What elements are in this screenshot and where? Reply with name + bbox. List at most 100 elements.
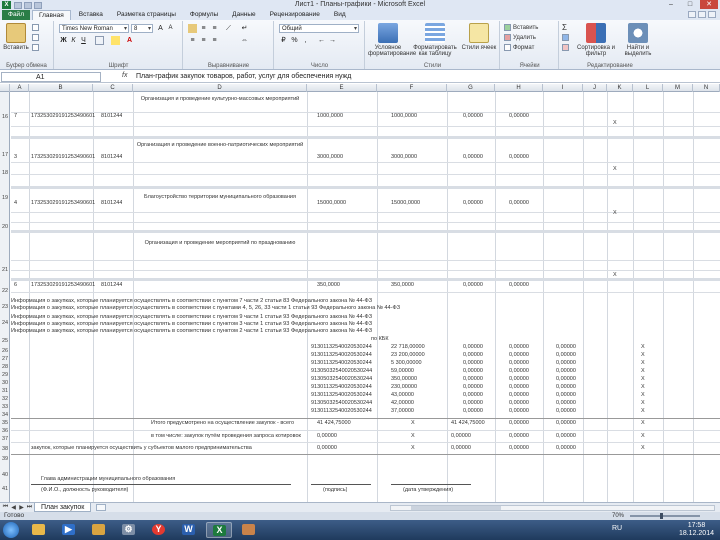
row-header[interactable]: 30	[0, 380, 9, 386]
info-note[interactable]: Информация о закупках, которые планирует…	[11, 298, 701, 304]
kbk-code[interactable]: 91301132540020530244	[311, 408, 372, 414]
info-note[interactable]: Информация о закупках, которые планирует…	[11, 321, 701, 327]
record-amount[interactable]: 3000,0000	[317, 154, 343, 160]
row-header[interactable]: 25	[0, 338, 9, 344]
prev-sheet-icon[interactable]: ◀	[10, 504, 17, 511]
kbk-value[interactable]: 0,00000	[509, 368, 529, 374]
info-note[interactable]: Информация о закупках, которые планирует…	[11, 305, 701, 311]
record-zero[interactable]: 0,00000	[509, 154, 529, 160]
kbk-mark[interactable]: Х	[641, 392, 645, 398]
taskbar-media[interactable]: ▶	[56, 522, 82, 538]
grow-font-icon[interactable]: A	[156, 24, 165, 33]
total-value[interactable]: 0,00000	[509, 445, 529, 451]
record-zero[interactable]: 0,00000	[463, 200, 483, 206]
total-label[interactable]: Итого предусмотрено на осуществление зак…	[151, 420, 311, 426]
row-header[interactable]: 33	[0, 404, 9, 410]
column-header-f[interactable]: F	[377, 84, 447, 92]
kbk-value[interactable]: 0,00000	[556, 392, 576, 398]
kbk-value[interactable]: 0,00000	[463, 384, 483, 390]
row-header[interactable]: 38	[0, 446, 9, 452]
autosum-button[interactable]: Σ	[562, 24, 567, 32]
copy-button[interactable]	[32, 34, 41, 42]
kbk-code[interactable]: 91301132540020530244	[311, 344, 372, 350]
maximize-button[interactable]: □	[681, 0, 699, 9]
total-x[interactable]: Х	[411, 420, 415, 426]
kbk-sum[interactable]: 5 300,00000	[391, 360, 422, 366]
column-header-l[interactable]: L	[633, 84, 663, 92]
record-number[interactable]: 4	[14, 200, 17, 206]
kbk-value[interactable]: 0,00000	[463, 344, 483, 350]
record-mark[interactable]: Х	[613, 120, 617, 126]
kbk-value[interactable]: 0,00000	[509, 392, 529, 398]
tab-file[interactable]: Файл	[2, 10, 30, 20]
row-header[interactable]: 29	[0, 372, 9, 378]
tab-page-layout[interactable]: Разметка страницы	[111, 10, 182, 20]
conditional-formatting-button[interactable]: Условное форматирование	[368, 23, 416, 57]
row-header[interactable]: 40	[0, 472, 9, 478]
find-select-button[interactable]: Найти и выделить	[618, 23, 658, 57]
total-value[interactable]: 0,00000	[556, 433, 576, 439]
kbk-value[interactable]: 0,00000	[463, 400, 483, 406]
worksheet-grid[interactable]: 7 173253029191253490601 8101244 Организа…	[11, 92, 720, 502]
clear-button[interactable]	[562, 44, 571, 52]
total-x[interactable]: Х	[411, 433, 415, 439]
record-mark[interactable]: Х	[613, 166, 617, 172]
kbk-mark[interactable]: Х	[641, 352, 645, 358]
record-zero[interactable]: 0,00000	[463, 154, 483, 160]
kbk-value[interactable]: 0,00000	[463, 408, 483, 414]
merge-center-icon[interactable]: ⇔	[240, 36, 249, 45]
format-painter-button[interactable]	[32, 44, 41, 52]
record-description[interactable]: Организация и проведение военно-патриоти…	[135, 142, 305, 148]
total-label[interactable]: закупок, которые планируется осуществить…	[31, 445, 311, 451]
increase-decimal-icon[interactable]: ←	[317, 36, 326, 45]
taskbar-yandex[interactable]: Y	[146, 522, 172, 538]
kbk-value[interactable]: 0,00000	[556, 352, 576, 358]
tab-home[interactable]: Главная	[31, 10, 71, 20]
align-middle-icon[interactable]: ≡	[199, 24, 208, 33]
shrink-font-icon[interactable]: A	[166, 24, 175, 33]
row-header[interactable]: 23	[0, 304, 9, 310]
kbk-mark[interactable]: Х	[641, 360, 645, 366]
record-number[interactable]: 3	[14, 154, 17, 160]
font-size-select[interactable]: 8	[131, 24, 153, 33]
column-header-e[interactable]: E	[307, 84, 377, 92]
kbk-sum[interactable]: 22 718,00000	[391, 344, 425, 350]
align-right-icon[interactable]: ≡	[210, 36, 219, 45]
row-header[interactable]: 18	[0, 170, 9, 176]
taskbar-settings[interactable]: ⚙	[116, 522, 142, 538]
excel-app-icon[interactable]: X	[2, 1, 11, 9]
font-color-icon[interactable]: A	[125, 36, 134, 45]
record-number[interactable]: 7	[14, 113, 17, 119]
row-header[interactable]: 22	[0, 288, 9, 294]
total-value[interactable]: 0,00000	[509, 420, 529, 426]
column-header-j[interactable]: J	[583, 84, 607, 92]
record-amount-year[interactable]: 15000,0000	[391, 200, 420, 206]
tab-data[interactable]: Данные	[226, 10, 261, 20]
total-value[interactable]: 0,00000	[556, 420, 576, 426]
kbk-value[interactable]: 0,00000	[509, 408, 529, 414]
cell-styles-button[interactable]: Стили ячеек	[460, 23, 498, 51]
kbk-mark[interactable]: Х	[641, 400, 645, 406]
info-note[interactable]: Информация о закупках, которые планирует…	[11, 328, 701, 334]
first-sheet-icon[interactable]: ⏮	[2, 504, 9, 511]
align-center-icon[interactable]: ≡	[199, 36, 208, 45]
kbk-value[interactable]: 0,00000	[556, 408, 576, 414]
kbk-sum[interactable]: 42,00000	[391, 400, 414, 406]
insert-cells-button[interactable]: Вставить	[504, 24, 538, 32]
delete-cells-button[interactable]: Удалить	[504, 34, 536, 42]
total-label[interactable]: в том числе: закупок путём проведения за…	[151, 433, 311, 439]
help-icon[interactable]	[688, 11, 696, 18]
kbk-mark[interactable]: Х	[641, 344, 645, 350]
horizontal-scrollbar[interactable]	[390, 505, 715, 511]
column-header-g[interactable]: G	[447, 84, 495, 92]
next-sheet-icon[interactable]: ▶	[18, 504, 25, 511]
taskbar-excel[interactable]: X	[206, 522, 232, 538]
kbk-value[interactable]: 0,00000	[463, 360, 483, 366]
column-header-d[interactable]: D	[133, 84, 307, 92]
record-code[interactable]: 173253029191253490601	[31, 282, 95, 288]
sort-filter-button[interactable]: Сортировка и фильтр	[576, 23, 616, 57]
kbk-code[interactable]: 91305032540020530244	[311, 400, 372, 406]
record-kosgu[interactable]: 8101244	[101, 200, 122, 206]
record-mark[interactable]: Х	[613, 272, 617, 278]
taskbar-explorer[interactable]	[86, 522, 112, 538]
